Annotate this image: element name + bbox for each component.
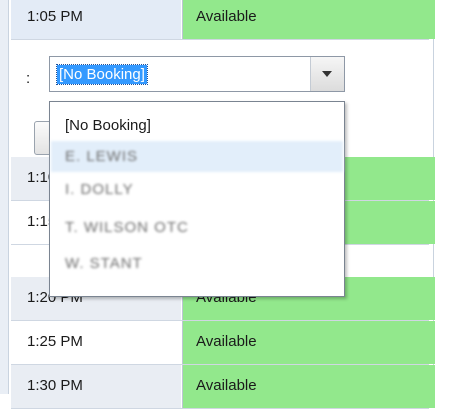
chevron-down-icon [322, 71, 332, 77]
editor-colon: : [26, 70, 31, 87]
dropdown-option[interactable]: E. LEWIS [51, 141, 343, 172]
table-row[interactable]: 1:05 PM Available [11, 0, 435, 40]
time-cell: 1:30 PM [11, 365, 181, 408]
dropdown-button[interactable] [310, 57, 344, 91]
table-row[interactable]: 1:25 PM Available [11, 321, 435, 365]
window-frame-left [0, 0, 8, 394]
dropdown-option[interactable]: I. DOLLY [51, 174, 343, 205]
booking-combobox[interactable]: [No Booking] [49, 56, 345, 92]
dropdown-option[interactable]: T. WILSON OTC [51, 212, 343, 243]
dropdown-option[interactable]: W. STANT [51, 248, 343, 279]
status-cell[interactable]: Available [182, 321, 435, 364]
table-row[interactable]: 1:30 PM Available [11, 365, 435, 409]
status-cell[interactable]: Available [182, 0, 435, 39]
status-cell[interactable]: Available [182, 365, 435, 408]
time-cell: 1:05 PM [11, 0, 181, 39]
time-cell: 1:25 PM [11, 321, 181, 364]
combobox-selected-value[interactable]: [No Booking] [56, 64, 148, 85]
dropdown-option[interactable]: [No Booking] [51, 110, 343, 141]
booking-dropdown-list: [No Booking] E. LEWIS I. DOLLY T. WILSON… [49, 101, 345, 297]
